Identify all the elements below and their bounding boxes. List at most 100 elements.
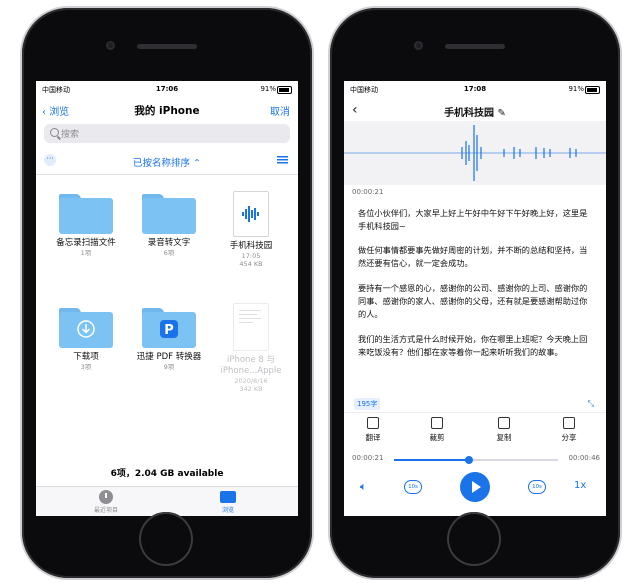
file-item-pdf-converter[interactable]: P 迅捷 PDF 转换器 9项 [129,308,209,371]
item-size: 454 KB [239,260,263,268]
play-button[interactable] [460,472,490,502]
download-icon [77,320,95,338]
list-view-icon[interactable] [277,156,288,164]
transcript-paragraph: 我们的生活方式是什么时候开始，你在哪里上班呢？今天晚上回来吃饭没有？他们都在家等… [358,334,588,357]
battery-icon [277,86,292,94]
rewind-10s-icon: 10s [404,480,422,494]
sort-bar: ··· 已按名称排序 ⌃ [36,151,298,171]
right-phone: 中国移动 17:08 91% ‹ 手机科技园 ✎ 00:00:21 各位小伙伴们… [330,8,620,578]
item-count: 1项 [80,249,92,257]
cancel-button[interactable]: 取消 [270,103,290,118]
speed-button[interactable]: 1x [574,480,586,491]
folder-icon [59,194,113,234]
svg-text:P: P [164,323,174,338]
skip-back-button[interactable]: 10s [404,480,422,494]
progress-fill [394,459,469,461]
search-placeholder: 搜索 [61,130,80,140]
battery-percent: 91% [568,85,584,93]
item-name: 手机科技园 [229,241,273,251]
clock-time: 17:08 [463,85,487,93]
elapsed-time: 00:00:21 [352,454,384,462]
crop-icon [431,417,443,429]
item-name: 迅捷 PDF 转换器 [136,352,202,362]
sort-toggle[interactable]: 已按名称排序 ⌃ [36,155,298,169]
front-camera [106,41,115,50]
item-name: iPhone 8 与 iPhone...Apple [220,355,282,376]
folder-icon [59,308,113,348]
item-count: 6项 [163,249,175,257]
search-input[interactable]: 搜索 [44,124,290,143]
status-bar: 中国移动 17:06 91% [36,81,298,97]
transcript-paragraph: 做任何事情都要事先做好周密的计划，并不断的总结和坚持，当然还要有信心，就一定会成… [358,245,588,268]
tab-recents[interactable]: 最近项目 [76,490,136,514]
earpiece-speaker [445,44,505,49]
transcript-paragraph: 各位小伙伴们，大家早上好上午好中午好下午好晚上好，这里是手机科技园~ [358,208,588,231]
waveform-icon [242,206,259,222]
clock-icon [99,490,113,504]
item-name: 备忘录扫描文件 [56,238,116,248]
search-icon [50,128,59,137]
waveform-panel[interactable] [344,121,606,185]
tab-browse[interactable]: 浏览 [198,490,258,514]
recorder-app-screen: 中国移动 17:08 91% ‹ 手机科技园 ✎ 00:00:21 各位小伙伴们… [344,81,606,516]
storage-summary: 6项，2.04 GB available [110,469,224,479]
playback-scrubber: 00:00:21 00:00:46 [344,452,606,466]
edit-pencil-icon[interactable]: ✎ [498,108,506,119]
front-camera [414,41,423,50]
copy-icon [498,417,510,429]
battery-icon [585,86,600,94]
folder-icon: P [142,308,196,348]
translate-button[interactable]: 翻译 [348,417,398,443]
recording-title[interactable]: 手机科技园 ✎ [344,104,606,119]
progress-track[interactable] [394,456,558,464]
file-item-audio[interactable]: 手机科技园 17:05 454 KB [211,191,291,268]
earpiece-speaker [137,44,197,49]
action-label: 翻译 [365,433,381,442]
folder-icon [220,491,236,503]
home-button[interactable] [139,512,193,566]
files-app-screen: 中国移动 17:06 91% ‹ 浏览 我的 iPhone 取消 搜索 ··· … [36,81,298,516]
share-icon [563,417,575,429]
transcript-paragraph: 要持有一个感恩的心，感谢你的公司、感谢你的上司、感谢你的同事、感谢你的家人、感谢… [358,283,588,319]
action-label: 裁剪 [429,433,445,442]
file-item-scans[interactable]: 备忘录扫描文件 1项 [46,194,126,257]
share-button[interactable]: 分享 [544,417,594,443]
current-timestamp: 00:00:21 [352,188,384,196]
battery-percent: 91% [260,85,276,93]
item-count: 3项 [80,363,92,371]
file-item-transcribe[interactable]: 录音转文字 6项 [129,194,209,257]
action-bar: 翻译 裁剪 复制 分享 [344,412,606,449]
item-count: 9项 [163,363,175,371]
waveform-icon [344,125,606,181]
file-item-downloads[interactable]: 下载项 3项 [46,308,126,371]
word-count-badge: 195字 [354,398,381,410]
copy-button[interactable]: 复制 [479,417,529,443]
sort-label: 已按名称排序 [132,158,190,169]
item-date: 2020/8/16 [234,377,268,385]
progress-knob[interactable] [464,456,473,464]
title-label: 手机科技园 [444,108,495,119]
translate-icon [367,417,379,429]
tab-label: 浏览 [221,507,234,514]
trim-button[interactable]: 裁剪 [412,417,462,443]
expand-icon[interactable]: ⤡ [588,399,594,409]
audio-file-icon [233,191,269,237]
transcript-text[interactable]: 各位小伙伴们，大家早上好上午好中午好下午好晚上好，这里是手机科技园~ 做任何事情… [344,201,606,391]
tab-label: 最近项目 [93,507,118,514]
forward-10s-icon: 10s [528,480,546,494]
playback-controls: 🔈︎ 10s 10s 1x [344,468,606,514]
total-time: 00:00:46 [568,454,600,462]
home-button[interactable] [447,512,501,566]
page-title: 我的 iPhone [134,105,200,117]
item-time: 17:05 [241,252,261,260]
action-label: 复制 [496,433,512,442]
file-item-iphone-doc[interactable]: iPhone 8 与 iPhone...Apple 2020/8/16 342 … [211,303,291,393]
skip-forward-button[interactable]: 10s [528,480,546,494]
item-name: 录音转文字 [147,238,191,248]
folder-icon [142,194,196,234]
clock-time: 17:06 [155,85,179,93]
document-icon [233,303,269,351]
left-phone: 中国移动 17:06 91% ‹ 浏览 我的 iPhone 取消 搜索 ··· … [22,8,312,578]
volume-icon[interactable]: 🔈︎ [360,480,367,494]
chevron-up-icon: ⌃ [193,158,201,169]
